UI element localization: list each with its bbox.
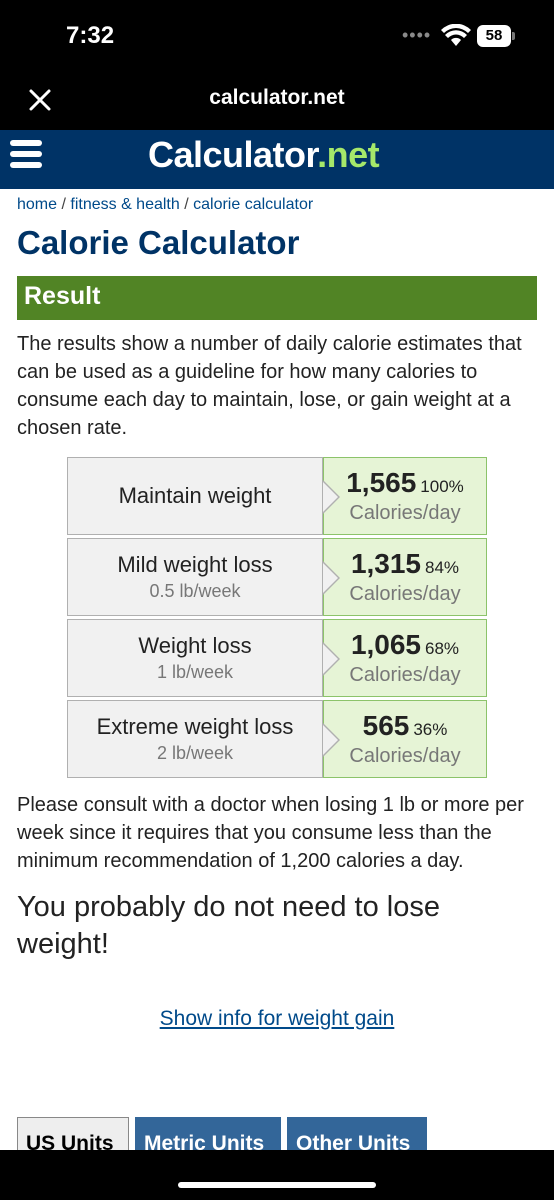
result-label: Weight loss — [138, 633, 252, 658]
wifi-icon — [441, 24, 471, 46]
result-rate: 0.5 lb/week — [149, 581, 241, 601]
table-row: Weight loss 1 lb/week 1,065 68% Calories/… — [67, 619, 487, 697]
status-time: 7:32 — [66, 22, 115, 49]
calorie-value: 1,315 — [350, 548, 422, 579]
result-rate: 2 lb/week — [156, 743, 234, 763]
table-row: Extreme weight loss 2 lb/week 565 36% Cal… — [67, 700, 487, 778]
table-row: Maintain weight 1,565 100% Calories/day — [67, 457, 487, 535]
main-content: home / fitness & health / calorie calcul… — [17, 189, 537, 1031]
calorie-value: 1,565 — [346, 467, 417, 498]
home-indicator[interactable] — [178, 1182, 376, 1188]
calorie-value: 1,065 — [350, 629, 422, 660]
result-label-cell: Mild weight loss 0.5 lb/week — [67, 538, 323, 616]
site-header: Calculator.net — [0, 130, 554, 189]
browser-url[interactable]: calculator.net — [0, 86, 554, 110]
browser-bar: calculator.net — [0, 80, 554, 130]
table-row: Mild weight loss 0.5 lb/week 1,315 84% Ca… — [67, 538, 487, 616]
calorie-percent: 100% — [420, 477, 464, 496]
calorie-value: 565 — [362, 710, 410, 741]
weight-gain-link[interactable]: Show info for weight gain — [17, 1007, 537, 1031]
calorie-unit: Calories/day — [349, 745, 461, 767]
result-label: Mild weight loss — [117, 552, 273, 577]
battery-icon: 58 — [477, 25, 515, 47]
hamburger-menu-icon[interactable] — [10, 140, 42, 174]
result-label-cell: Extreme weight loss 2 lb/week — [67, 700, 323, 778]
result-value-cell: 565 36% Calories/day — [323, 700, 487, 778]
breadcrumb-calorie-link[interactable]: calorie calculator — [193, 196, 313, 213]
page-title: Calorie Calculator — [17, 224, 300, 261]
result-value-cell: 1,065 68% Calories/day — [323, 619, 487, 697]
breadcrumb-fitness-link[interactable]: fitness & health — [70, 196, 179, 213]
bottom-bar — [0, 1150, 554, 1200]
calorie-unit: Calories/day — [349, 583, 461, 605]
result-label-cell: Weight loss 1 lb/week — [67, 619, 323, 697]
status-bar: 7:32 •••• 58 — [0, 0, 554, 80]
result-label: Maintain weight — [118, 483, 272, 508]
result-value-cell: 1,565 100% Calories/day — [323, 457, 487, 535]
intro-text: The results show a number of daily calor… — [17, 333, 522, 439]
results-table: Maintain weight 1,565 100% Calories/day M… — [67, 454, 487, 781]
verdict-text: You probably do not need to lose weight! — [17, 891, 440, 960]
breadcrumb-home-link[interactable]: home — [17, 196, 57, 213]
breadcrumb: home / fitness & health / calorie calcul… — [17, 196, 314, 213]
calorie-percent: 84% — [425, 558, 460, 577]
result-rate: 1 lb/week — [156, 662, 234, 682]
calorie-unit: Calories/day — [349, 664, 461, 686]
battery-level: 58 — [477, 25, 511, 47]
consult-text: Please consult with a doctor when losing… — [17, 794, 524, 872]
calorie-percent: 68% — [425, 639, 460, 658]
site-logo[interactable]: Calculator.net — [148, 134, 380, 176]
result-heading: Result — [17, 276, 537, 320]
result-value-cell: 1,315 84% Calories/day — [323, 538, 487, 616]
calorie-percent: 36% — [413, 720, 448, 739]
result-label-cell: Maintain weight — [67, 457, 323, 535]
result-label: Extreme weight loss — [96, 714, 294, 739]
cellular-signal-icon: •••• — [402, 25, 432, 45]
calorie-unit: Calories/day — [349, 502, 461, 524]
